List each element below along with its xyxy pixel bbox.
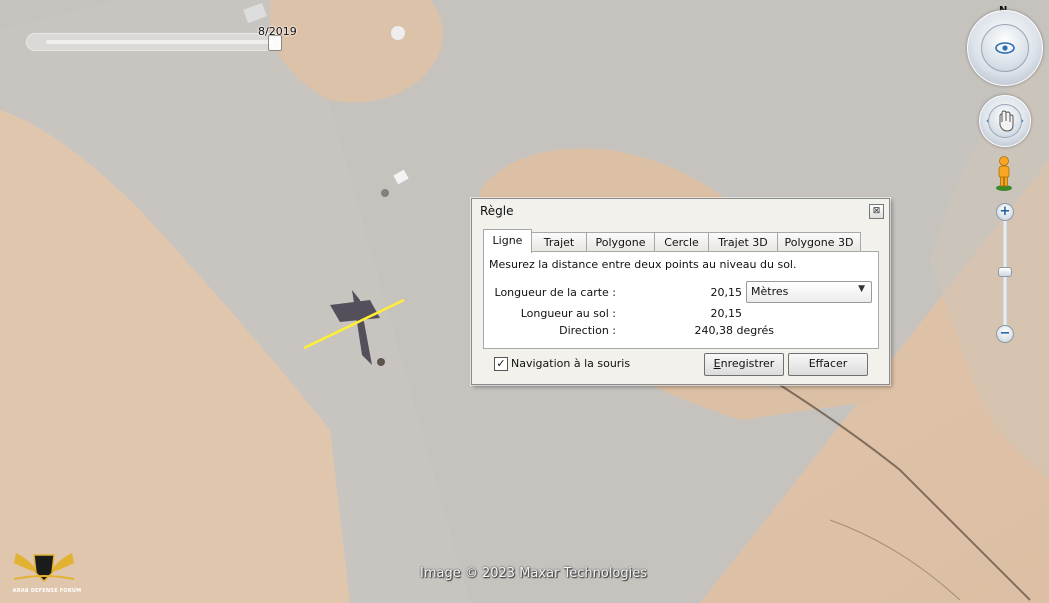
ground-length-value: 20,15 [710,307,743,320]
ground-length-label: Longueur au sol : [520,307,616,320]
tab-cercle[interactable]: Cercle [654,232,709,252]
time-slider-track[interactable] [46,40,274,44]
forum-watermark-text: ARAB DEFENSE FORUM [12,588,82,594]
time-slider[interactable] [26,33,282,51]
close-icon[interactable]: ⊠ [869,204,884,219]
tab-trajet[interactable]: Trajet [531,232,587,252]
direction-value: 240,38 degrés [694,324,775,337]
tab-trajet-3d[interactable]: Trajet 3D [708,232,778,252]
tab-polygone[interactable]: Polygone [586,232,655,252]
imagery-attribution: Image © 2023 Maxar Technologies [420,566,648,581]
units-dropdown-value: Mètres [751,285,789,298]
hand-icon [999,110,1014,132]
mouse-navigation-checkbox[interactable]: ✓ [494,357,508,371]
clear-button[interactable]: Effacer [788,353,868,376]
zoom-slider[interactable]: + − [996,203,1014,343]
eye-icon [995,42,1015,54]
direction-label: Direction : [559,324,616,337]
ligne-tab-panel: Mesurez la distance entre deux points au… [483,251,879,349]
map-length-label: Longueur de la carte : [494,286,616,299]
units-dropdown[interactable]: Mètres ▼ [746,281,872,303]
pegman-icon[interactable] [993,155,1015,191]
chevron-down-icon: ▼ [858,284,865,294]
time-slider-label: 8/2019 [258,25,297,38]
look-control[interactable]: ︿ ﹀ ‹ › [967,10,1043,86]
zoom-in-button[interactable]: + [996,203,1014,221]
zoom-out-button[interactable]: − [996,325,1014,343]
move-control[interactable]: ︿ ﹀ ‹ › [979,95,1031,147]
look-joystick[interactable] [981,24,1029,72]
zoom-handle[interactable] [998,267,1012,277]
tab-ligne[interactable]: Ligne [483,229,532,253]
tab-polygone-3d[interactable]: Polygone 3D [777,232,861,252]
map-length-value: 20,15 [710,286,743,299]
save-button[interactable]: Enregistrer [704,353,784,376]
ruler-dialog-title: Règle [480,204,514,218]
ruler-description: Mesurez la distance entre deux points au… [489,258,797,271]
ruler-dialog: Règle ⊠ Ligne Trajet Polygone Cercle Tra… [471,198,890,385]
mouse-navigation-label[interactable]: Navigation à la souris [511,357,630,370]
move-joystick[interactable] [988,104,1022,138]
